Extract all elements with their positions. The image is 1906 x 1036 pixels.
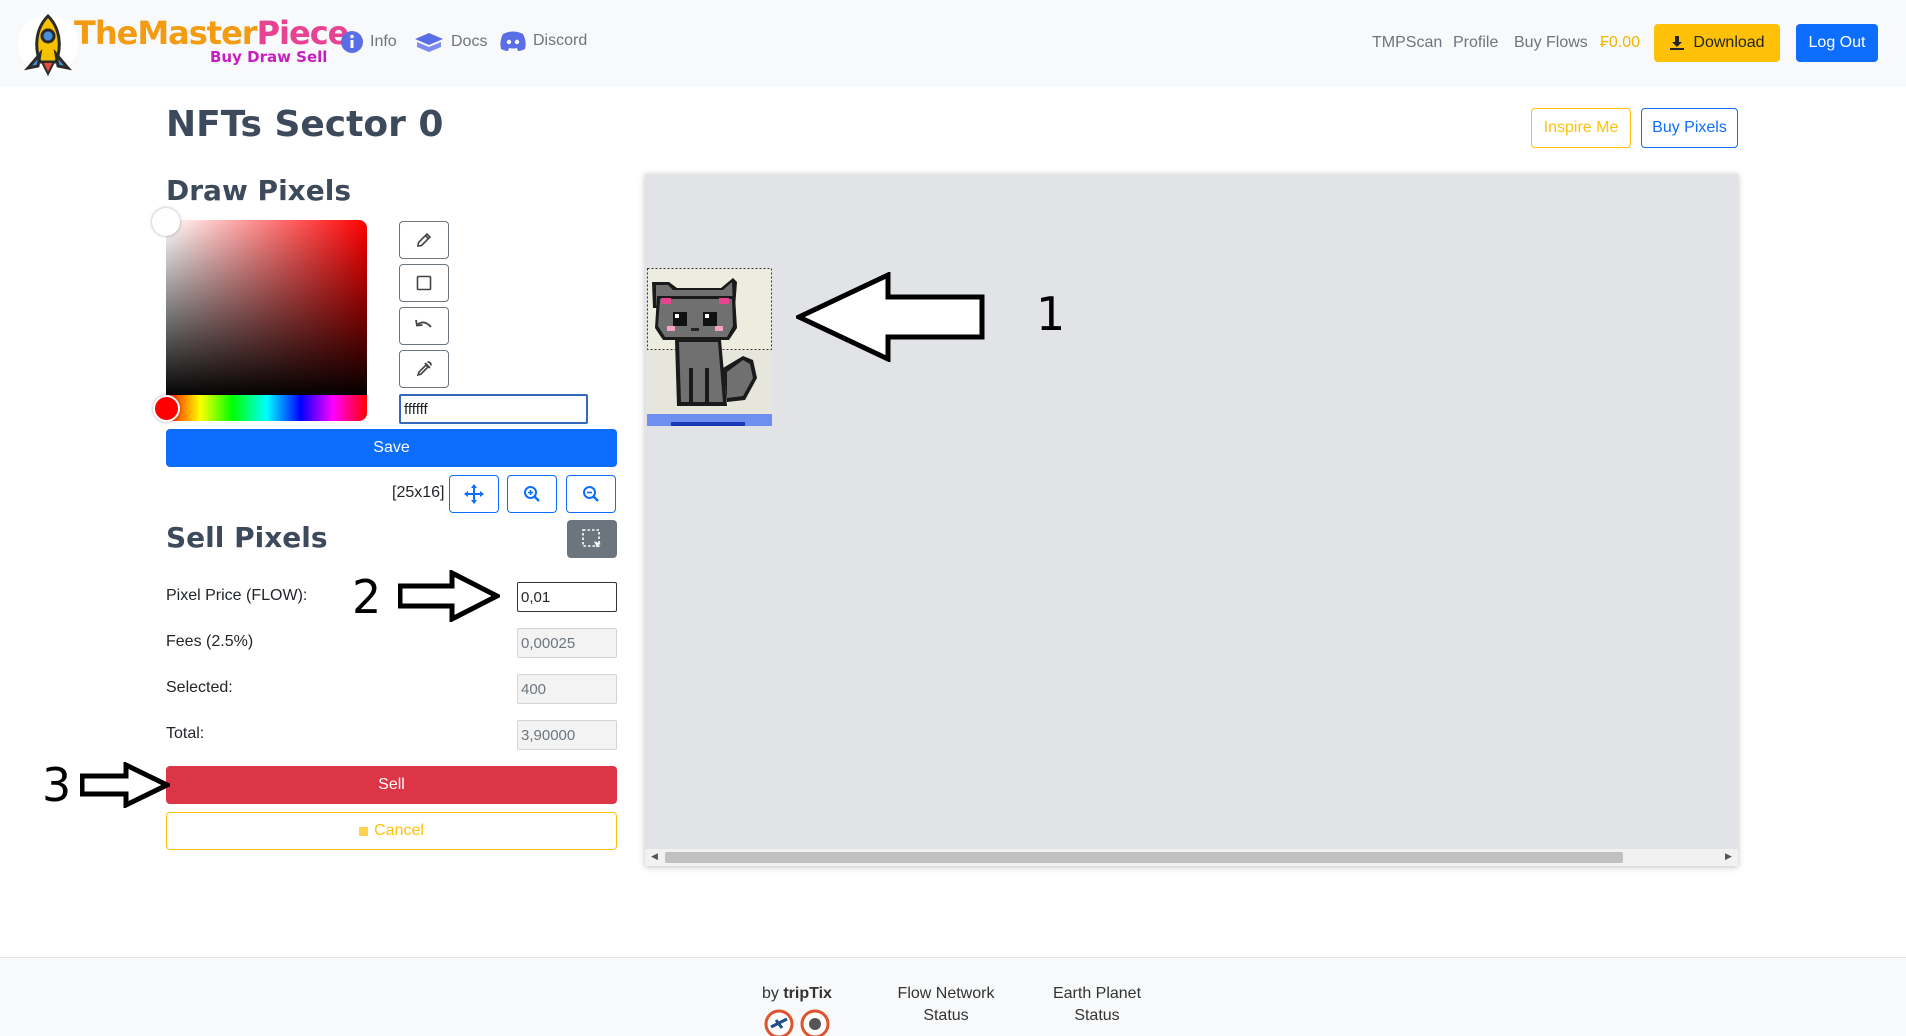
navbar: TheMasterPiece Buy Draw Sell Info Docs D…	[0, 0, 1906, 87]
scroll-right-arrow-icon[interactable]: ▶	[1725, 851, 1732, 862]
hue-slider[interactable]	[166, 395, 367, 421]
triptix-icons	[764, 1009, 830, 1036]
cancel-label: Cancel	[374, 822, 424, 839]
pixel-price-input[interactable]	[517, 582, 617, 612]
nav-discord-label: Discord	[533, 32, 588, 49]
zoom-out-button[interactable]	[566, 475, 616, 513]
nav-tmpscan-link[interactable]: TMPScan	[1372, 34, 1442, 52]
undo-icon	[415, 319, 432, 328]
rectangle-tool-button[interactable]	[399, 264, 449, 302]
annotation-arrow-2	[398, 570, 500, 622]
hue-handle[interactable]	[153, 395, 180, 422]
nav-info-link[interactable]: Info	[340, 30, 397, 54]
pixel-price-label: Pixel Price (FLOW):	[166, 587, 308, 604]
flow-status-line1: Flow Network	[897, 985, 995, 1002]
nav-buy-flows-link[interactable]: Buy Flows	[1514, 34, 1588, 52]
nav-profile-link[interactable]: Profile	[1453, 34, 1498, 52]
eyedropper-icon	[416, 361, 432, 377]
zoom-in-button[interactable]	[507, 475, 557, 513]
scroll-left-arrow-icon[interactable]: ◀	[651, 851, 658, 862]
discord-icon	[500, 31, 526, 51]
buy-pixels-button[interactable]: Buy Pixels	[1641, 108, 1738, 148]
nav-docs-label: Docs	[451, 33, 488, 50]
fees-label: Fees (2.5%)	[166, 633, 254, 650]
annotation-label-2: 2	[352, 570, 382, 624]
draw-pixels-heading: Draw Pixels	[166, 174, 351, 207]
eyedropper-tool-button[interactable]	[399, 350, 449, 388]
download-button[interactable]: Download	[1654, 24, 1780, 62]
cat-pixel-art[interactable]	[647, 268, 772, 426]
annotation-arrow-3	[80, 762, 170, 808]
footer-by: by	[762, 985, 784, 1002]
page-title: NFTs Sector 0	[166, 104, 444, 145]
cancel-button[interactable]: Cancel	[166, 812, 617, 850]
zoom-out-icon	[583, 486, 599, 502]
move-button[interactable]	[449, 475, 499, 513]
annotation-label-1: 1	[1036, 287, 1066, 341]
earth-status-line1: Earth Planet	[1052, 985, 1142, 1002]
logout-button[interactable]: Log Out	[1796, 24, 1878, 62]
download-icon	[1670, 36, 1685, 50]
brand-part1: TheMaster	[74, 14, 258, 52]
flow-status-line2: Status	[923, 1007, 969, 1024]
brand-tagline: Buy Draw Sell	[210, 48, 328, 66]
select-area-button[interactable]	[567, 520, 617, 558]
nav-discord-link[interactable]: Discord	[499, 30, 587, 52]
fees-field	[517, 628, 617, 658]
undo-button[interactable]	[399, 307, 449, 345]
sell-pixels-heading: Sell Pixels	[166, 521, 328, 554]
earth-planet-status-link[interactable]: Earth Planet Status	[1052, 985, 1142, 1025]
docs-icon	[415, 33, 443, 52]
brand-part2: Piece	[256, 14, 350, 52]
total-field	[517, 720, 617, 750]
footer: by tripTix Flow Network Status Earth Pla…	[0, 957, 1906, 1036]
select-area-icon	[582, 529, 601, 548]
canvas-dimensions: [25x16]	[392, 484, 445, 501]
inspire-me-button[interactable]: Inspire Me	[1531, 108, 1631, 148]
cancel-square-icon	[359, 826, 369, 836]
zoom-in-icon	[524, 486, 540, 502]
nav-info-label: Info	[370, 33, 397, 50]
selected-field	[517, 674, 617, 704]
earth-status-line2: Status	[1074, 1007, 1120, 1024]
footer-byline[interactable]: by tripTix	[762, 985, 832, 1003]
move-icon	[464, 484, 484, 504]
annotation-label-3: 3	[42, 758, 72, 812]
selected-label: Selected:	[166, 679, 233, 696]
scrollbar-thumb[interactable]	[665, 852, 1623, 863]
info-icon	[341, 31, 363, 53]
total-label: Total:	[166, 725, 205, 742]
pencil-tool-button[interactable]	[399, 221, 449, 259]
balance-display: ₣0.00	[1600, 34, 1641, 51]
download-label: Download	[1693, 34, 1765, 51]
color-saturation-area[interactable]	[166, 220, 367, 398]
save-button[interactable]: Save	[166, 429, 617, 467]
pencil-icon	[417, 232, 432, 247]
square-icon	[416, 275, 432, 291]
sell-button[interactable]: Sell	[166, 766, 617, 804]
rocket-logo-icon[interactable]	[16, 12, 80, 76]
annotation-arrow-1	[796, 272, 985, 362]
nav-docs-link[interactable]: Docs	[413, 30, 487, 54]
flow-network-status-link[interactable]: Flow Network Status	[896, 985, 996, 1025]
hex-color-input[interactable]	[399, 394, 588, 424]
saturation-handle[interactable]	[152, 208, 180, 236]
footer-brand: tripTix	[783, 985, 832, 1002]
brand-name[interactable]: TheMasterPiece	[74, 14, 350, 52]
